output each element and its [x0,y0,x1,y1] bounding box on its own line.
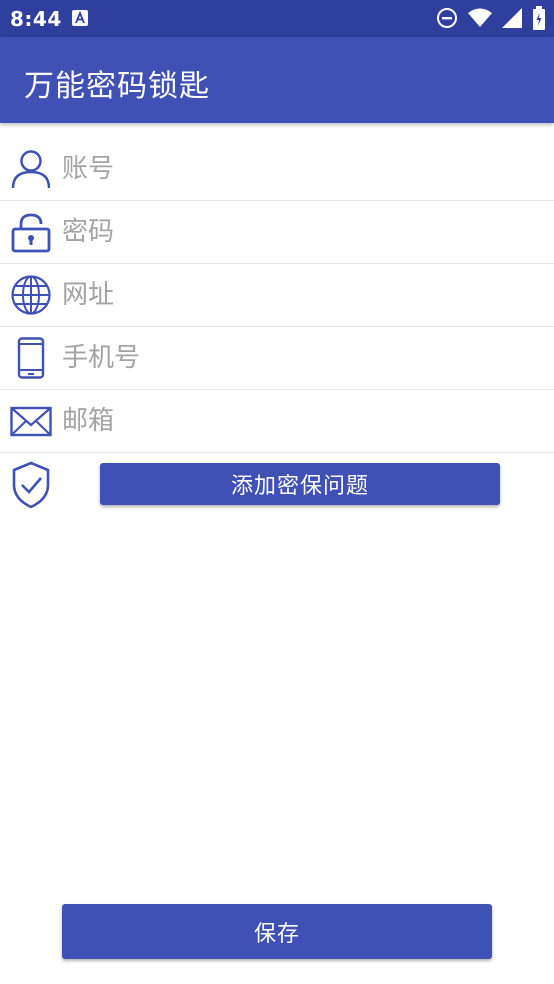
phone-row [0,327,554,390]
email-input[interactable] [62,390,542,452]
app-title: 万能密码锁匙 [24,69,210,104]
email-row [0,390,554,453]
battery-icon [533,6,545,30]
do-not-disturb-icon [437,8,457,28]
shield-check-icon [12,461,50,509]
globe-icon [11,275,51,315]
person-icon [11,150,51,189]
url-row [0,264,554,327]
add-security-question-button[interactable]: 添加密保问题 [100,463,500,505]
text-a-notification-icon [72,10,88,26]
save-button[interactable]: 保存 [62,904,492,959]
status-time: 8:44 [10,7,62,31]
app-bar: 万能密码锁匙 [0,37,554,123]
envelope-icon [10,406,52,437]
status-bar: 8:44 [0,0,554,37]
status-icons [436,6,546,30]
account-input[interactable] [62,138,542,200]
password-row [0,201,554,264]
account-row [0,138,554,201]
signal-icon [502,8,522,28]
lock-icon [11,213,51,253]
smartphone-icon [17,337,45,379]
wifi-icon [468,8,492,27]
password-input[interactable] [62,201,542,263]
phone-input[interactable] [62,327,542,389]
url-input[interactable] [62,264,542,326]
